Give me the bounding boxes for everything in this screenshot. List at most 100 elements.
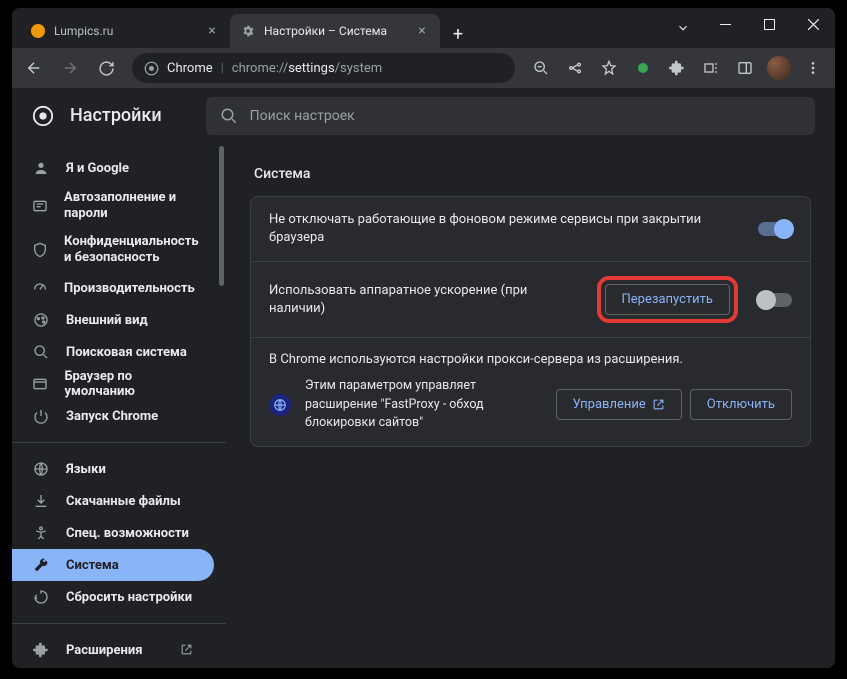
sidebar-item-label: Система <box>66 558 119 573</box>
accessibility-icon <box>32 525 50 541</box>
setting-label: Не отключать работающие в фоновом режиме… <box>269 211 746 247</box>
browser-icon <box>32 376 49 392</box>
external-link-icon <box>652 398 665 411</box>
zoom-icon[interactable] <box>525 52 557 84</box>
sidebar-item-you-google[interactable]: Я и Google <box>12 152 214 184</box>
sidebar-item-label: Скачанные файлы <box>66 494 181 509</box>
sidebar-item-privacy[interactable]: Конфиденциальность и безопасность <box>12 228 214 272</box>
settings-card: Не отключать работающие в фоновом режиме… <box>250 196 811 447</box>
separator <box>12 623 226 624</box>
media-icon[interactable] <box>695 52 727 84</box>
wrench-icon <box>32 557 50 573</box>
sidebar-item-system[interactable]: Система <box>12 549 214 581</box>
person-icon <box>32 160 50 176</box>
search-placeholder: Поиск настроек <box>250 108 355 124</box>
sidebar-item-label: Браузер по умолчанию <box>65 369 195 399</box>
search-icon <box>220 107 238 125</box>
side-panel-icon[interactable] <box>729 52 761 84</box>
sidebar-item-label: Спец. возможности <box>66 526 189 541</box>
sidebar-item-label: Конфиденциальность и безопасность <box>64 234 199 265</box>
shield-icon <box>32 242 48 258</box>
close-icon[interactable]: × <box>204 23 220 39</box>
extension-status-icon[interactable] <box>627 52 659 84</box>
tab-search-icon[interactable] <box>663 8 703 48</box>
scrollbar-thumb[interactable] <box>219 146 224 286</box>
sidebar-item-performance[interactable]: Производительность <box>12 272 214 304</box>
setting-label: Использовать аппаратное ускорение (при н… <box>269 282 585 318</box>
forward-button[interactable] <box>54 52 86 84</box>
new-tab-button[interactable]: + <box>444 20 472 48</box>
setting-row-hardware-accel: Использовать аппаратное ускорение (при н… <box>251 262 810 338</box>
settings-header: Настройки Поиск настроек <box>12 88 835 144</box>
download-icon <box>32 493 50 509</box>
autofill-icon <box>32 198 48 214</box>
bookmark-icon[interactable] <box>593 52 625 84</box>
menu-icon[interactable] <box>797 52 829 84</box>
sidebar-item-reset[interactable]: Сбросить настройки <box>12 581 214 613</box>
main-content: Система Не отключать работающие в фоново… <box>226 144 835 668</box>
address-bar[interactable]: Chrome | chrome://settings/system <box>132 53 515 83</box>
reload-button[interactable] <box>90 52 122 84</box>
section-title: Система <box>254 166 811 182</box>
toggle-hardware-accel[interactable] <box>758 293 792 307</box>
minimize-button[interactable] <box>703 8 747 40</box>
sidebar-item-label: Расширения <box>66 643 142 658</box>
chrome-logo-icon <box>32 105 54 127</box>
sidebar-item-label: Автозаполнение и пароли <box>64 190 194 221</box>
separator <box>12 442 226 443</box>
sidebar-item-label: Запуск Chrome <box>66 409 158 424</box>
sidebar-item-search[interactable]: Поисковая система <box>12 336 214 368</box>
sidebar-item-label: Производительность <box>64 281 195 296</box>
back-button[interactable] <box>18 52 50 84</box>
tab-lumpics[interactable]: Lumpics.ru × <box>20 14 230 48</box>
sidebar-item-autofill[interactable]: Автозаполнение и пароли <box>12 184 214 228</box>
power-icon <box>32 408 50 424</box>
setting-row-background: Не отключать работающие в фоновом режиме… <box>251 197 810 262</box>
sidebar: Я и Google Автозаполнение и пароли Конфиде… <box>12 144 226 668</box>
sidebar-item-label: Сбросить настройки <box>66 590 192 605</box>
extensions-icon[interactable] <box>661 52 693 84</box>
tab-title: Настройки – Система <box>264 24 406 38</box>
restart-button[interactable]: Перезапустить <box>605 284 730 315</box>
sidebar-item-label: Поисковая система <box>66 345 187 360</box>
proxy-description: Этим параметром управляет расширение "Fa… <box>305 377 542 431</box>
sidebar-item-extensions[interactable]: Расширения <box>12 634 214 666</box>
reset-icon <box>32 589 50 605</box>
gear-icon <box>240 23 256 39</box>
toggle-background[interactable] <box>758 222 792 236</box>
sidebar-item-languages[interactable]: Языки <box>12 453 214 485</box>
setting-row-proxy: В Chrome используются настройки прокси-с… <box>251 338 810 445</box>
chrome-badge-icon <box>144 61 159 76</box>
sidebar-item-appearance[interactable]: Внешний вид <box>12 304 214 336</box>
sidebar-item-accessibility[interactable]: Спец. возможности <box>12 517 214 549</box>
page-title: Настройки <box>70 105 162 126</box>
sidebar-item-downloads[interactable]: Скачанные файлы <box>12 485 214 517</box>
external-link-icon <box>180 643 194 657</box>
sidebar-item-label: Внешний вид <box>66 313 148 328</box>
manage-button[interactable]: Управление <box>556 389 682 420</box>
globe-icon <box>32 461 50 477</box>
search-icon <box>32 344 50 360</box>
sidebar-item-label: Я и Google <box>66 161 129 176</box>
sidebar-item-startup[interactable]: Запуск Chrome <box>12 400 214 432</box>
titlebar: Lumpics.ru × Настройки – Система × + <box>12 8 835 48</box>
close-icon[interactable]: × <box>414 23 430 39</box>
disable-button[interactable]: Отключить <box>690 389 792 420</box>
profile-avatar[interactable] <box>763 52 795 84</box>
tab-title: Lumpics.ru <box>54 24 196 38</box>
annotation-highlight: Перезапустить <box>597 276 738 323</box>
tab-settings[interactable]: Настройки – Система × <box>230 14 440 48</box>
palette-icon <box>32 312 50 328</box>
extension-icon <box>32 642 50 658</box>
share-icon[interactable] <box>559 52 591 84</box>
url-path: chrome://settings/system <box>232 61 382 76</box>
origin-label: Chrome <box>167 61 213 76</box>
close-window-button[interactable] <box>791 8 835 40</box>
sidebar-item-label: Языки <box>66 462 106 477</box>
maximize-button[interactable] <box>747 8 791 40</box>
sidebar-item-about[interactable]: О браузере Chrome <box>12 666 214 668</box>
globe-proxy-icon <box>269 394 291 416</box>
sidebar-item-default-browser[interactable]: Браузер по умолчанию <box>12 368 214 400</box>
search-input[interactable]: Поиск настроек <box>206 97 815 135</box>
speed-icon <box>32 280 48 296</box>
